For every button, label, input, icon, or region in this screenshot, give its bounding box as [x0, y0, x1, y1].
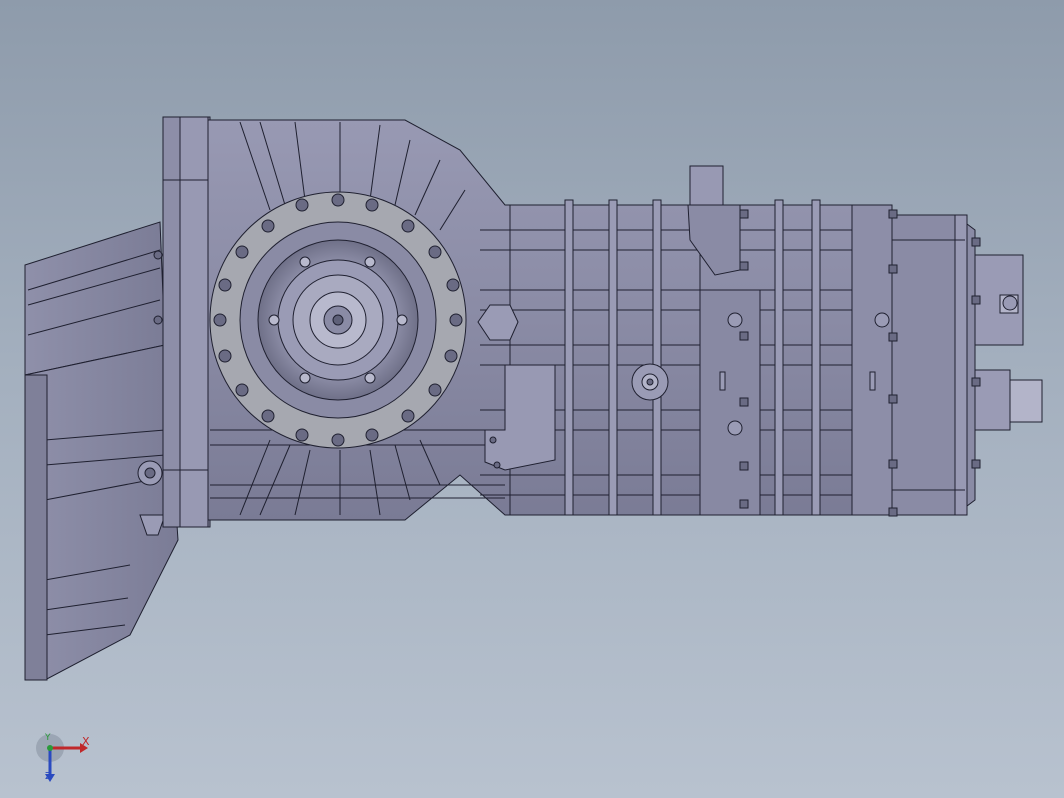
- rear-housing: [851, 204, 1043, 516]
- triad-y-label: Y: [45, 733, 51, 743]
- triad-x-label: X: [82, 735, 90, 748]
- bell-housing: [24, 221, 179, 681]
- triad-z-label: Z: [45, 771, 52, 782]
- main-flange: [162, 116, 211, 528]
- gearbox-model[interactable]: [0, 0, 1064, 798]
- graphics-viewport[interactable]: X Y Z: [0, 0, 1064, 798]
- front-flange-ring: [209, 191, 467, 449]
- center-boss: [631, 363, 669, 401]
